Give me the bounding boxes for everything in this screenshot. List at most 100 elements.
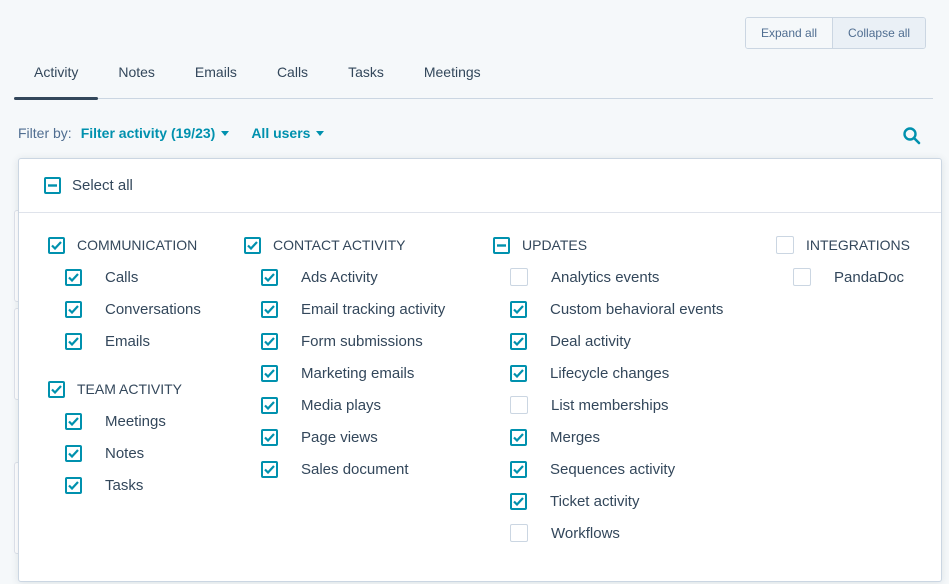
tab-emails[interactable]: Emails [175, 54, 257, 98]
option-checkbox[interactable] [510, 492, 527, 510]
group-title: UPDATES [522, 237, 588, 253]
filter-option[interactable]: Sequences activity [510, 459, 723, 479]
checkmark-icon [264, 432, 275, 442]
communication-checkbox[interactable] [48, 236, 65, 254]
option-label: Notes [105, 444, 145, 462]
filter-option[interactable]: PandaDoc [793, 267, 910, 287]
option-checkbox[interactable] [261, 460, 278, 478]
option-checkbox[interactable] [65, 300, 82, 318]
group-header[interactable]: TEAM ACTIVITY [48, 379, 201, 399]
option-checkbox[interactable] [793, 268, 811, 286]
tab-notes[interactable]: Notes [98, 54, 175, 98]
group-updates: UPDATES Analytics events Custom behavior… [493, 235, 723, 543]
option-checkbox[interactable] [510, 364, 527, 382]
option-label: Tasks [105, 476, 144, 494]
filter-option[interactable]: Page views [261, 427, 445, 447]
filter-by-label: Filter by: [18, 125, 72, 141]
filter-option[interactable]: Meetings [65, 411, 201, 431]
option-label: Custom behavioral events [550, 300, 724, 318]
checkmark-icon [513, 464, 524, 474]
tab-meetings[interactable]: Meetings [404, 54, 501, 98]
filter-option[interactable]: Sales document [261, 459, 445, 479]
option-label: Workflows [551, 524, 620, 542]
option-checkbox[interactable] [261, 428, 278, 446]
integrations-checkbox[interactable] [776, 236, 794, 254]
all-users-label: All users [251, 125, 311, 141]
checkmark-icon [513, 368, 524, 378]
team-activity-checkbox[interactable] [48, 380, 65, 398]
filter-option[interactable]: Form submissions [261, 331, 445, 351]
all-users-dropdown[interactable]: All users [251, 125, 325, 141]
checkmark-icon [68, 416, 79, 426]
checkmark-icon [513, 432, 524, 442]
filter-option[interactable]: Emails [65, 331, 201, 351]
filter-option[interactable]: List memberships [510, 395, 723, 415]
option-label: Emails [105, 332, 151, 350]
select-all-row[interactable]: Select all [19, 159, 941, 213]
updates-checkbox[interactable] [493, 236, 510, 254]
filter-option[interactable]: Ads Activity [261, 267, 445, 287]
option-checkbox[interactable] [510, 428, 527, 446]
filter-option[interactable]: Deal activity [510, 331, 723, 351]
checkmark-icon [513, 336, 524, 346]
filter-option[interactable]: Workflows [510, 523, 723, 543]
filter-option[interactable]: Tasks [65, 475, 201, 495]
filter-activity-label: Filter activity (19/23) [80, 125, 216, 141]
activity-tabs: Activity Notes Emails Calls Tasks Meetin… [14, 54, 933, 100]
group-header[interactable]: CONTACT ACTIVITY [244, 235, 445, 255]
search-icon[interactable] [902, 126, 922, 146]
option-checkbox[interactable] [510, 300, 527, 318]
filter-option[interactable]: Merges [510, 427, 723, 447]
option-checkbox[interactable] [65, 476, 82, 494]
option-label: Form submissions [301, 332, 423, 350]
option-checkbox[interactable] [65, 412, 82, 430]
group-integrations: INTEGRATIONS PandaDoc [776, 235, 910, 287]
group-header[interactable]: UPDATES [493, 235, 723, 255]
filter-option[interactable]: Ticket activity [510, 491, 723, 511]
option-checkbox[interactable] [261, 268, 278, 286]
column-1: COMMUNICATION Calls Conversations Emails [48, 235, 201, 495]
option-checkbox[interactable] [65, 268, 82, 286]
filter-option[interactable]: Analytics events [510, 267, 723, 287]
option-checkbox[interactable] [65, 332, 82, 350]
option-label: PandaDoc [834, 268, 905, 286]
option-checkbox[interactable] [65, 444, 82, 462]
group-header[interactable]: INTEGRATIONS [776, 235, 910, 255]
caret-down-icon [316, 130, 325, 136]
collapse-all-button[interactable]: Collapse all [832, 18, 926, 48]
option-checkbox[interactable] [261, 332, 278, 350]
option-label: Page views [301, 428, 378, 446]
option-checkbox[interactable] [510, 460, 527, 478]
filter-option[interactable]: Marketing emails [261, 363, 445, 383]
filter-option[interactable]: Notes [65, 443, 201, 463]
option-checkbox[interactable] [261, 396, 278, 414]
option-checkbox[interactable] [261, 364, 278, 382]
option-label: Analytics events [551, 268, 660, 286]
expand-all-button[interactable]: Expand all [746, 18, 833, 48]
checkmark-icon [68, 336, 79, 346]
filter-option[interactable]: Lifecycle changes [510, 363, 723, 383]
filter-option[interactable]: Custom behavioral events [510, 299, 723, 319]
group-contact-activity: CONTACT ACTIVITY Ads Activity Email trac… [244, 235, 445, 479]
option-checkbox[interactable] [510, 268, 528, 286]
option-checkbox[interactable] [510, 524, 528, 542]
filter-option[interactable]: Media plays [261, 395, 445, 415]
group-title: COMMUNICATION [77, 237, 198, 253]
tab-calls[interactable]: Calls [257, 54, 328, 98]
tab-tasks[interactable]: Tasks [328, 54, 404, 98]
option-checkbox[interactable] [510, 332, 527, 350]
filter-option[interactable]: Email tracking activity [261, 299, 445, 319]
filter-activity-dropdown[interactable]: Filter activity (19/23) [81, 125, 230, 141]
group-title: TEAM ACTIVITY [77, 381, 183, 397]
select-all-checkbox[interactable] [44, 177, 61, 194]
option-checkbox[interactable] [261, 300, 278, 318]
group-header[interactable]: COMMUNICATION [48, 235, 201, 255]
checkmark-icon [264, 368, 275, 378]
option-label: Calls [105, 268, 139, 286]
tab-activity[interactable]: Activity [14, 54, 99, 100]
filter-option[interactable]: Conversations [65, 299, 201, 319]
filter-option[interactable]: Calls [65, 267, 201, 287]
contact-activity-checkbox[interactable] [244, 236, 261, 254]
checkmark-icon [264, 464, 275, 474]
option-checkbox[interactable] [510, 396, 528, 414]
